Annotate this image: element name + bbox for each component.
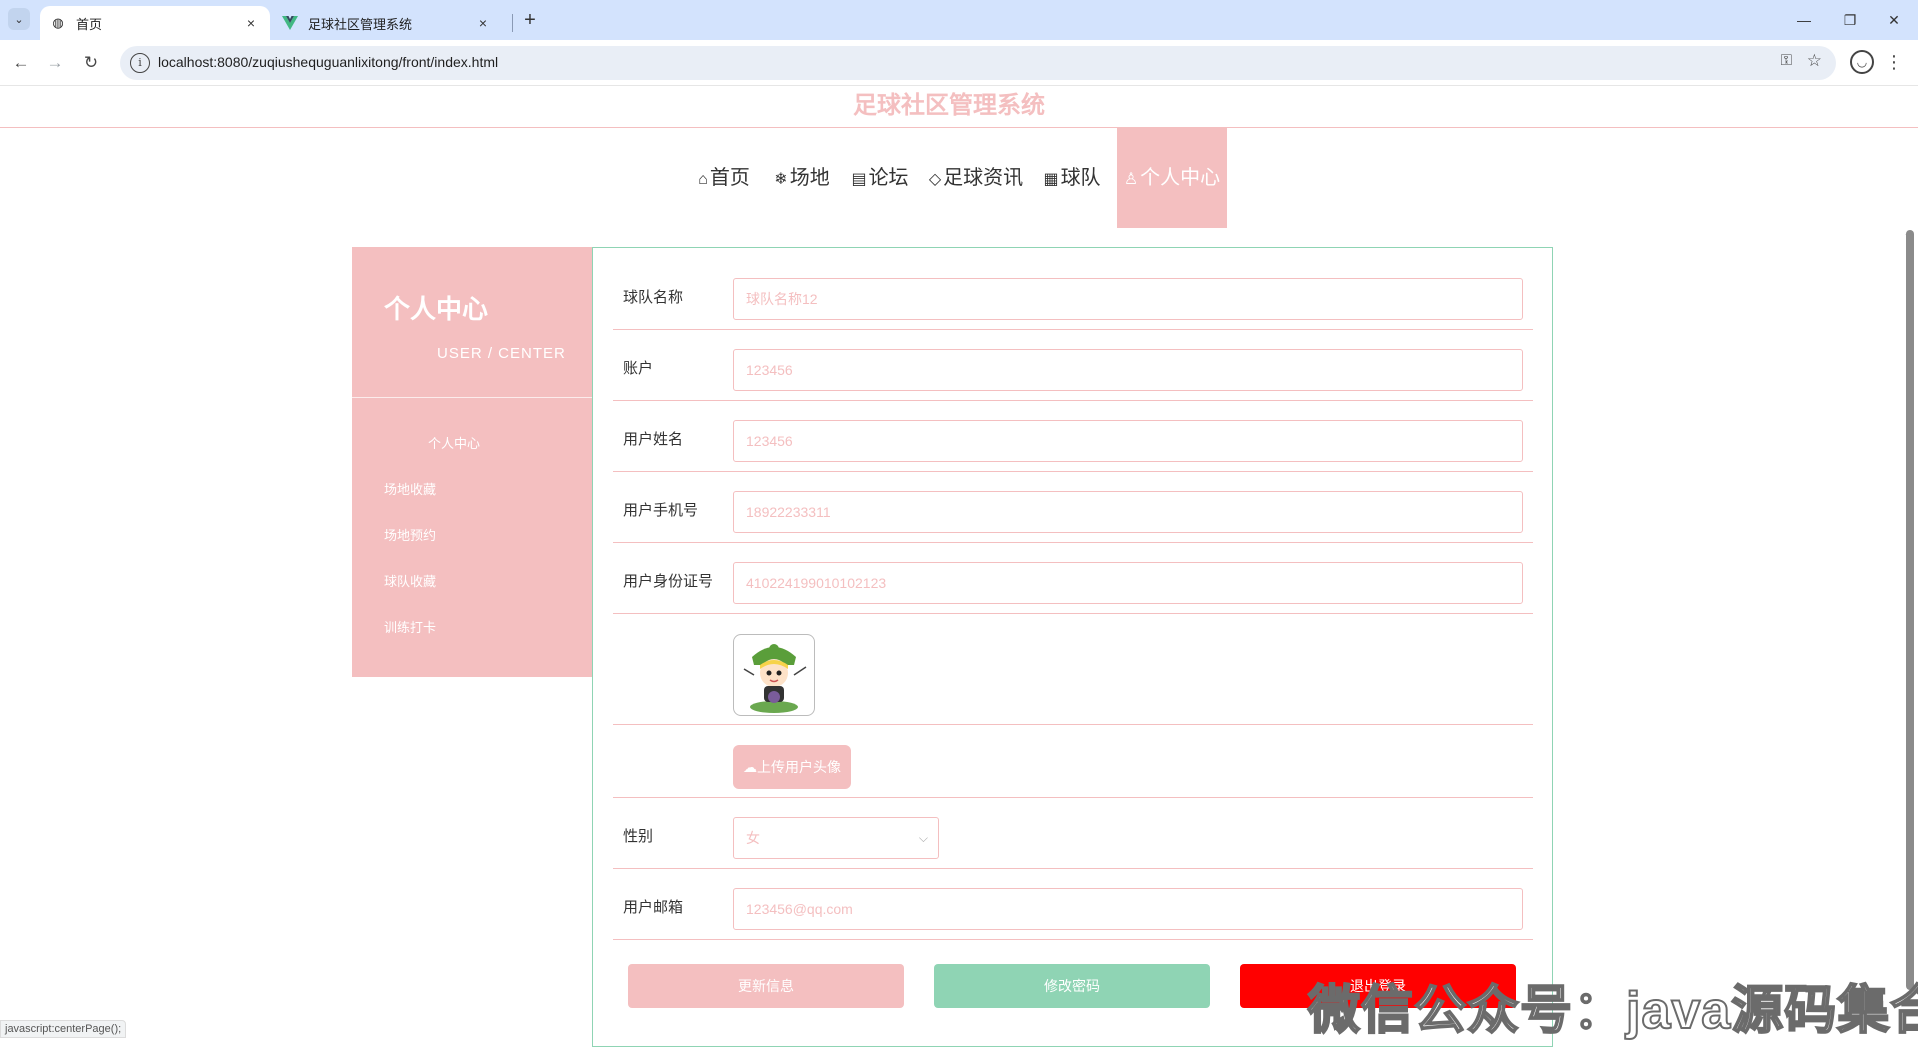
email-label: 用户邮箱 [623, 899, 684, 916]
chevron-down-icon: ⌵ [918, 831, 928, 845]
tab-title: 足球社区管理系统 [308, 16, 413, 32]
sidebar-item-venue-booking[interactable]: 场地预约 [384, 525, 436, 544]
gender-select[interactable]: 女 ⌵ [733, 817, 939, 859]
update-info-button[interactable]: 更新信息 [628, 964, 904, 1008]
id-card-input[interactable]: 410224199010102123 [733, 562, 1523, 604]
form-row-id-card: 用户身份证号 410224199010102123 [613, 543, 1533, 614]
cloud-upload-icon: ☁ [743, 759, 757, 775]
user-name-label: 用户姓名 [623, 431, 684, 448]
form-row-email: 用户邮箱 123456@qq.com [613, 869, 1533, 940]
form-row-upload: ☁上传用户头像 [613, 725, 1533, 798]
url-text[interactable]: localhost:8080/zuqiushequguanlixitong/fr… [158, 54, 498, 70]
sidebar-item-venue-favorites[interactable]: 场地收藏 [384, 479, 436, 498]
restore-button[interactable]: ❐ [1830, 8, 1870, 32]
nav-item-home[interactable]: ⌂ 首页 [694, 128, 754, 228]
profile-form: 球队名称 球队名称12 账户 123456 用户姓名 123456 用户手机号 … [592, 247, 1553, 1047]
password-key-icon[interactable]: ⚿ [1781, 52, 1792, 69]
snowflake-icon: ❄ [774, 171, 788, 188]
nav-item-label: 首页 [709, 167, 750, 189]
gender-label: 性别 [623, 828, 654, 845]
phone-input[interactable]: 18922233311 [733, 491, 1523, 533]
sidebar-item-team-favorites[interactable]: 球队收藏 [384, 571, 436, 590]
nav-item-label: 球队 [1060, 167, 1101, 189]
minimize-button[interactable]: — [1784, 8, 1824, 32]
status-bar: javascript:centerPage(); [0, 1020, 127, 1038]
form-row-user-name: 用户姓名 123456 [613, 401, 1533, 472]
tab-close-icon[interactable]: × [242, 15, 260, 31]
new-tab-button[interactable]: + [518, 8, 542, 32]
back-button[interactable]: ← [8, 50, 34, 76]
user-avatar [733, 634, 815, 716]
page-scrollbar[interactable] [1906, 230, 1914, 990]
watermark-text: 微信公众号：java源码集合 [1307, 981, 1918, 1041]
site-title: 足球社区管理系统 [853, 92, 1045, 119]
change-password-button[interactable]: 修改密码 [934, 964, 1210, 1008]
browser-tab-home[interactable]: ◍ 首页 × [40, 6, 270, 40]
user-name-input[interactable]: 123456 [733, 420, 1523, 462]
tab-search-icon[interactable]: ⌄ [8, 8, 30, 30]
browser-menu-icon[interactable]: ⋮ [1884, 48, 1904, 76]
nav-item-user-center[interactable]: ♙ 个人中心 [1117, 128, 1227, 228]
browser-toolbar: ← → ↻ i localhost:8080/zuqiushequguanlix… [0, 40, 1918, 86]
user-icon: ♙ [1123, 171, 1139, 188]
nav-item-forum[interactable]: ▤ 论坛 [850, 128, 910, 228]
nav-item-label: 个人中心 [1140, 167, 1221, 189]
form-row-team-name: 球队名称 球队名称12 [613, 248, 1533, 330]
gender-value: 女 [746, 830, 760, 846]
nav-item-venue[interactable]: ❄ 场地 [772, 128, 832, 228]
grid-icon: ▦ [1043, 171, 1059, 188]
email-input[interactable]: 123456@qq.com [733, 888, 1523, 930]
globe-icon: ◍ [52, 15, 64, 30]
nav-item-label: 论坛 [868, 167, 909, 189]
browser-tab-system[interactable]: 足球社区管理系统 × [272, 6, 502, 40]
vue-icon [282, 15, 298, 31]
forward-button[interactable]: → [42, 50, 68, 76]
form-row-account: 账户 123456 [613, 330, 1533, 401]
nav-item-label: 场地 [789, 167, 830, 189]
home-icon: ⌂ [698, 171, 708, 188]
sidebar-subtitle: USER / CENTER [437, 345, 566, 362]
main-nav: ⌂ 首页 ❄ 场地 ▤ 论坛 ◇ 足球资讯 ▦ 球队 ♙ 个人中心 [0, 128, 1918, 228]
sidebar-item-user-center[interactable]: 个人中心 [428, 433, 480, 452]
site-info-icon[interactable]: i [130, 53, 150, 73]
account-label: 账户 [623, 360, 654, 377]
nav-item-label: 足球资讯 [943, 167, 1024, 189]
tag-icon: ◇ [928, 171, 942, 188]
tab-close-icon[interactable]: × [474, 15, 492, 31]
account-input[interactable]: 123456 [733, 349, 1523, 391]
id-card-label: 用户身份证号 [623, 573, 714, 590]
nav-item-news[interactable]: ◇ 足球资讯 [926, 128, 1026, 228]
form-row-avatar [613, 614, 1533, 725]
phone-label: 用户手机号 [623, 502, 699, 519]
user-center-sidebar: 个人中心 USER / CENTER 个人中心 场地收藏 场地预约 球队收藏 训… [352, 247, 592, 677]
browser-tab-strip: ⌄ ◍ 首页 × 足球社区管理系统 × + — ❐ ✕ [0, 0, 1918, 40]
sidebar-item-training-checkin[interactable]: 训练打卡 [384, 617, 436, 636]
tab-separator [512, 14, 513, 32]
bookmark-star-icon[interactable]: ☆ [1807, 51, 1822, 71]
team-name-label: 球队名称 [623, 289, 684, 306]
close-window-button[interactable]: ✕ [1874, 8, 1914, 32]
upload-avatar-label: 上传用户头像 [757, 759, 841, 775]
profile-icon[interactable]: ◡ [1850, 50, 1874, 74]
calendar-icon: ▤ [851, 171, 867, 188]
address-bar[interactable]: i localhost:8080/zuqiushequguanlixitong/… [120, 46, 1836, 80]
upload-avatar-button[interactable]: ☁上传用户头像 [733, 745, 851, 789]
tab-title: 首页 [76, 16, 103, 32]
sidebar-title: 个人中心 [384, 294, 489, 324]
form-row-gender: 性别 女 ⌵ [613, 798, 1533, 869]
nav-item-team[interactable]: ▦ 球队 [1042, 128, 1102, 228]
form-row-phone: 用户手机号 18922233311 [613, 472, 1533, 543]
reload-button[interactable]: ↻ [78, 50, 104, 76]
team-name-input[interactable]: 球队名称12 [733, 278, 1523, 320]
sidebar-divider [352, 397, 592, 398]
